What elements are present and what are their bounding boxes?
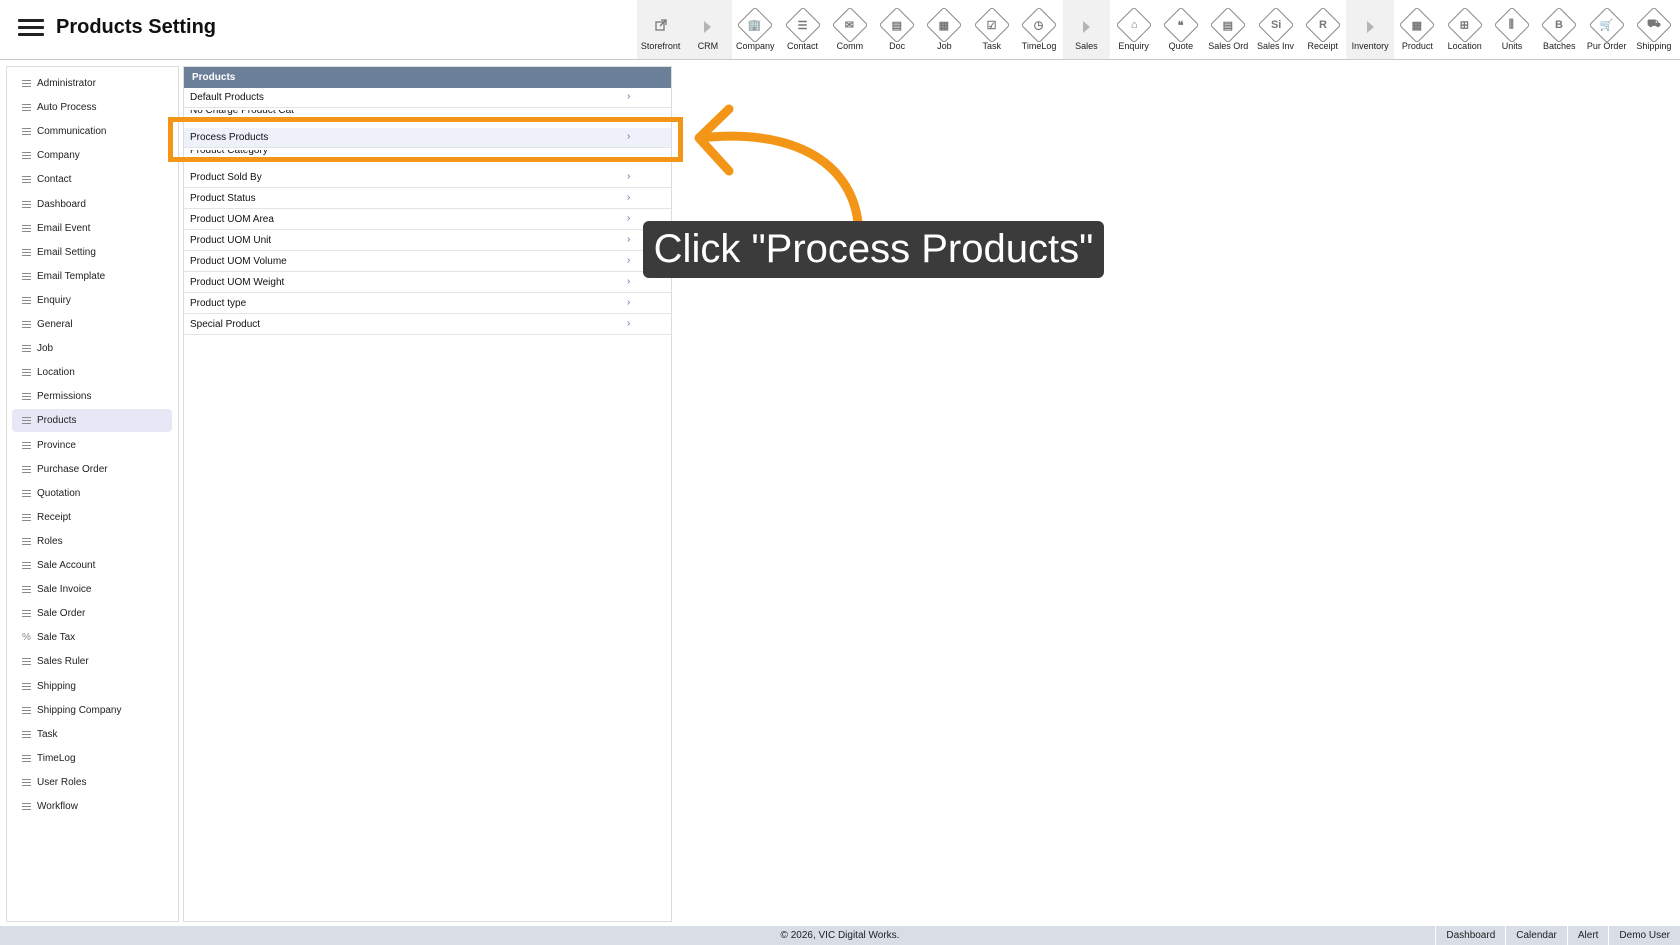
footer-links: Dashboard Calendar Alert Demo User — [1435, 926, 1680, 945]
highlight-box — [168, 117, 683, 162]
footer-link-alert[interactable]: Alert — [1566, 926, 1609, 945]
footer: © 2026, VIC Digital Works. Dashboard Cale… — [0, 926, 1680, 945]
footer-link-calendar[interactable]: Calendar — [1505, 926, 1567, 945]
footer-link-demo-user[interactable]: Demo User — [1608, 926, 1680, 945]
copyright-text: © 2026, VIC Digital Works. — [780, 930, 900, 941]
footer-link-dashboard[interactable]: Dashboard — [1435, 926, 1505, 945]
callout-tooltip: Click "Process Products" — [643, 221, 1104, 278]
